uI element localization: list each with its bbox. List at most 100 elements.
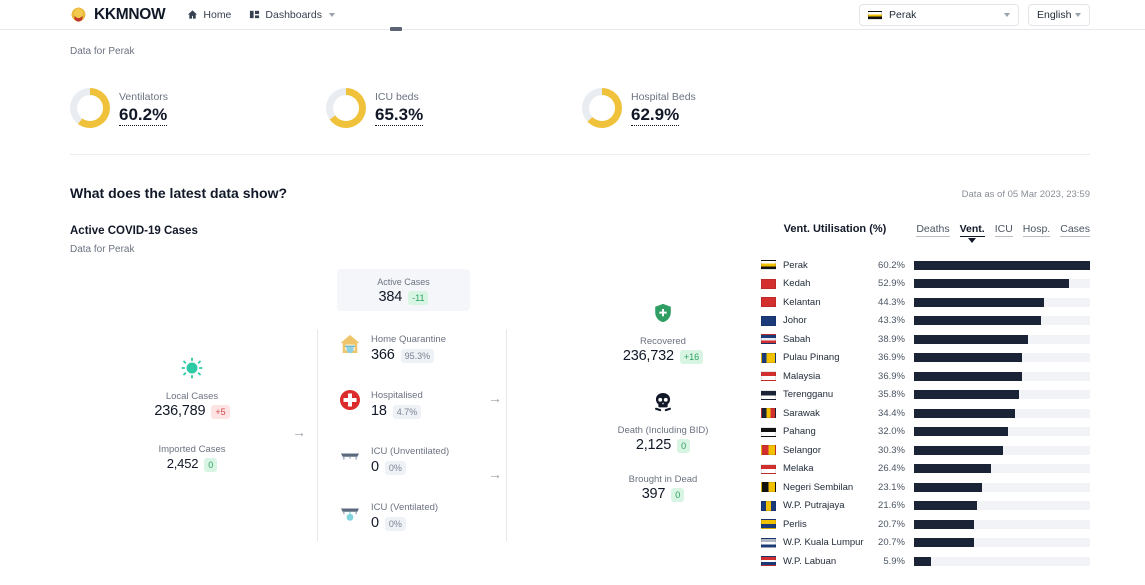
outcome-brought-in-dead: Brought in Dead 397 0 <box>578 473 748 502</box>
breakdown-label: ICU (Ventilated) <box>371 502 439 513</box>
bar-fill <box>913 371 1022 381</box>
bar-state-label: Johor <box>782 315 807 327</box>
bar-row[interactable]: Negeri Sembilan 23.1% <box>760 478 1090 497</box>
tab-deaths[interactable]: Deaths <box>916 223 950 237</box>
outcome-recovered: Recovered 236,732 +16 <box>578 302 748 364</box>
bar-state-label: Malaysia <box>782 370 821 382</box>
arrow-right-icon: → <box>488 466 502 482</box>
bar-fill <box>913 297 1044 307</box>
language-select-value: English <box>1037 9 1072 21</box>
bar-fill <box>913 408 1015 418</box>
local-cases-delta-badge: +5 <box>211 405 230 419</box>
active-cases-value: 384 <box>378 288 403 305</box>
bar-row[interactable]: Selangor 30.3% <box>760 441 1090 460</box>
breakdown-item-icu-ventilated: ICU (Ventilated) 0 0% <box>338 497 506 553</box>
active-cases-delta-badge: -11 <box>408 290 429 305</box>
bar-value-label: 43.3% <box>878 315 905 327</box>
shield-plus-icon <box>578 302 748 329</box>
body-wrap: Data for Perak Local Cases 236,789 +5 Im… <box>70 244 1090 571</box>
imported-cases-value: 2,452 <box>166 456 199 471</box>
breakdown-value-row: 0 0% <box>371 459 449 475</box>
bar-state-label: Pulau Pinang <box>782 352 840 364</box>
bar-row[interactable]: Sarawak 34.4% <box>760 404 1090 423</box>
bar-chart-header: Vent. Utilisation (%) Deaths Vent. ICU H… <box>784 223 1090 237</box>
bid-delta-badge: 0 <box>671 488 685 502</box>
bar-row[interactable]: Johor 43.3% <box>760 312 1090 331</box>
ventilators-donut-icon <box>70 87 110 128</box>
state-flag-icon <box>760 519 776 530</box>
state-flag-icon <box>760 297 776 308</box>
bar-state-label: Sabah <box>782 333 811 345</box>
tab-vent[interactable]: Vent. <box>959 223 985 237</box>
bar-value-label: 36.9% <box>878 370 905 382</box>
active-cases-breakdown: Home Quarantine 366 95.3% Hospitalised 1… <box>317 329 507 541</box>
tab-icu[interactable]: ICU <box>994 223 1013 237</box>
home-quarantine-icon <box>338 332 362 356</box>
bar-track <box>913 464 1090 474</box>
active-cases-title: Active COVID-19 Cases <box>70 225 198 237</box>
donut-label: ICU beds <box>375 91 419 103</box>
state-flag-icon <box>760 500 776 511</box>
grid-icon <box>249 9 260 20</box>
state-flag-icon <box>760 463 776 474</box>
brand-name: KKMNOW <box>94 5 166 23</box>
main-nav: Home Dashboards <box>187 9 336 21</box>
icu-ventilator-icon <box>338 500 362 524</box>
bar-track <box>913 519 1090 529</box>
bar-fill <box>913 390 1019 400</box>
hospital-cross-icon <box>338 388 362 412</box>
state-flag-icon <box>760 408 776 419</box>
brand-logo[interactable]: KKMNOW <box>70 5 166 24</box>
active-cases-card: Active Cases 384 -11 <box>337 269 470 311</box>
skull-icon <box>578 391 748 418</box>
bar-state-label: Terengganu <box>782 389 834 401</box>
bar-state-label: Melaka <box>782 463 814 475</box>
bar-row[interactable]: Perlis 20.7% <box>760 515 1090 534</box>
bar-value-label: 44.3% <box>878 296 905 308</box>
tab-cases[interactable]: Cases <box>1060 223 1090 237</box>
bar-fill <box>913 538 975 548</box>
bid-value-row: 397 0 <box>578 486 748 502</box>
bar-value-label: 34.4% <box>878 407 905 419</box>
chevron-down-icon <box>1004 13 1010 17</box>
bar-state-label: Kelantan <box>782 296 821 308</box>
breakdown-share-badge: 4.7% <box>392 405 422 419</box>
language-select[interactable]: English <box>1028 4 1090 26</box>
bar-row[interactable]: W.P. Labuan 5.9% <box>760 552 1090 571</box>
breakdown-value: 0 <box>371 515 379 531</box>
tab-hosp[interactable]: Hosp. <box>1022 223 1051 237</box>
bar-track <box>913 408 1090 418</box>
bar-fill <box>913 464 992 474</box>
bar-row[interactable]: Pulau Pinang 36.9% <box>760 349 1090 368</box>
bar-row[interactable]: Terengganu 35.8% <box>760 386 1090 405</box>
bar-value-label: 26.4% <box>878 463 905 475</box>
bar-row[interactable]: Malaysia 36.9% <box>760 367 1090 386</box>
state-select[interactable]: Perak <box>859 4 1019 26</box>
state-flag-icon <box>760 445 776 456</box>
bar-value-label: 5.9% <box>883 555 905 567</box>
bar-chart-title: Vent. Utilisation (%) <box>783 223 887 235</box>
bar-state-label: W.P. Kuala Lumpur <box>782 537 864 549</box>
bar-row[interactable]: Melaka 26.4% <box>760 460 1090 479</box>
nav-item-dashboards[interactable]: Dashboards <box>249 9 336 21</box>
metric-tabs: Deaths Vent. ICU Hosp. Cases <box>916 223 1090 237</box>
bar-row[interactable]: Pahang 32.0% <box>760 423 1090 442</box>
nav-item-home[interactable]: Home <box>187 9 231 21</box>
imported-cases-delta-badge: 0 <box>204 458 218 472</box>
bar-row[interactable]: Perak 60.2% <box>760 256 1090 275</box>
breakdown-label: ICU (Unventilated) <box>371 446 450 457</box>
death-value: 2,125 <box>635 437 672 453</box>
bar-row[interactable]: W.P. Putrajaya 21.6% <box>760 497 1090 516</box>
top-navigation-bar: KKMNOW Home Dashboards Perak English <box>0 0 1145 30</box>
bar-row[interactable]: Sabah 38.9% <box>760 330 1090 349</box>
bar-row[interactable]: Kedah 52.9% <box>760 275 1090 294</box>
bar-state-label: Sarawak <box>782 407 820 419</box>
bar-row[interactable]: W.P. Kuala Lumpur 20.7% <box>760 534 1090 553</box>
active-cases-value-row: 384 -11 <box>379 289 429 305</box>
breakdown-value-row: 18 4.7% <box>371 403 423 419</box>
bar-row[interactable]: Kelantan 44.3% <box>760 293 1090 312</box>
donut-value: 65.3% <box>375 105 424 126</box>
state-flag-icon <box>760 334 776 345</box>
state-flag-icon <box>760 537 776 548</box>
vent-utilisation-bar-chart: Perak 60.2% Kedah 52.9% Kelantan 44.3% Johor 43… <box>760 256 1090 571</box>
